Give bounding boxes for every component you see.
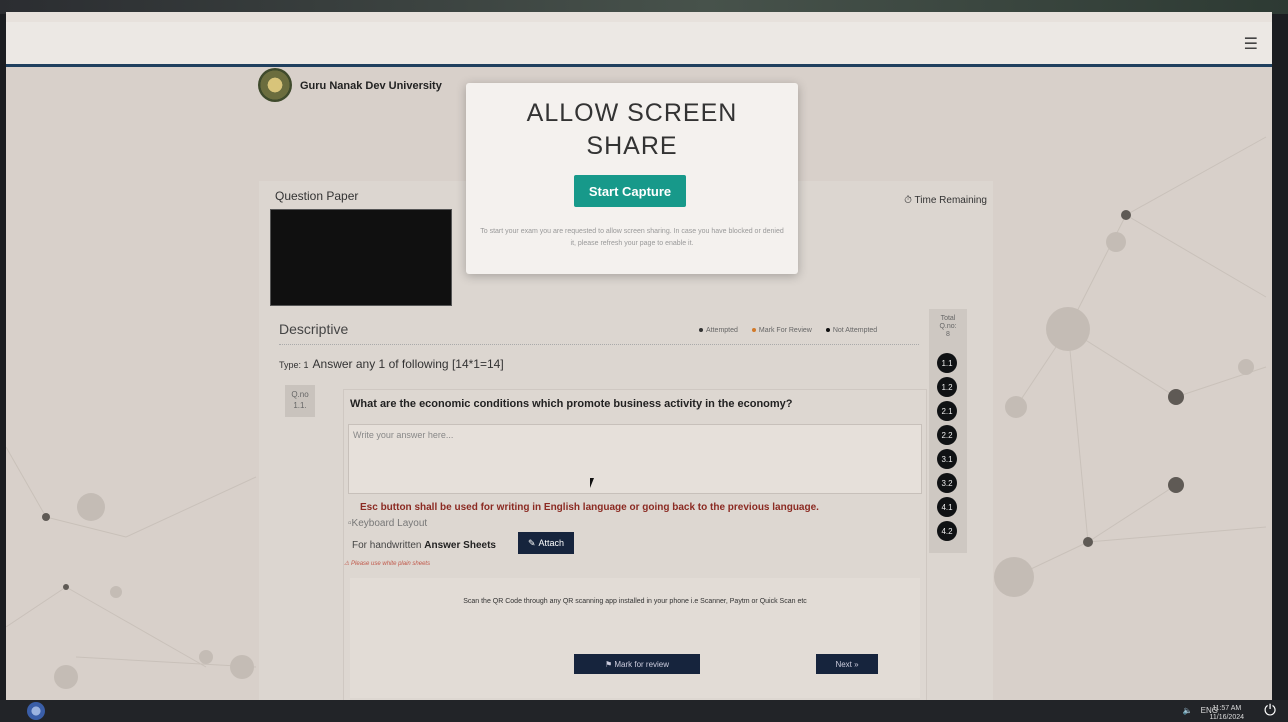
handwritten-label: For handwritten Answer Sheets bbox=[352, 540, 496, 551]
question-number-badge: Q.no 1.1. bbox=[285, 385, 315, 417]
legend-attempted: Attempted bbox=[699, 327, 738, 334]
qno-value: 1.1. bbox=[293, 401, 307, 410]
modal-message: To start your exam you are requested to … bbox=[480, 228, 784, 247]
paperclip-icon: ✎ bbox=[527, 537, 536, 548]
status-legend: Attempted Mark For Review Not Attempted bbox=[699, 327, 877, 334]
esc-notice: Esc button shall be used for writing in … bbox=[360, 502, 819, 513]
total-qno: Total Q.no: 8 bbox=[939, 315, 957, 338]
question-nav-4-2[interactable]: 4.2 bbox=[937, 521, 957, 541]
type-label: Type: 1 bbox=[279, 360, 309, 370]
qno-label: Q.no bbox=[291, 390, 309, 399]
legend-not-attempted: Not Attempted bbox=[825, 327, 877, 334]
university-logo bbox=[258, 68, 292, 102]
mark-for-review-button[interactable]: ⚑ Mark for review bbox=[574, 654, 700, 674]
question-nav-2-1[interactable]: 2.1 bbox=[937, 401, 957, 421]
power-icon[interactable]: ⏻ bbox=[1264, 702, 1276, 719]
type-line: Type: 1 Answer any 1 of following [14*1=1… bbox=[279, 357, 504, 371]
browser-bar: ☰ bbox=[6, 22, 1272, 67]
section-title: Descriptive bbox=[279, 321, 349, 337]
screen-share-modal: ALLOW SCREEN SHARE Start Capture To start… bbox=[466, 83, 798, 274]
start-capture-button[interactable]: Start Capture bbox=[574, 175, 686, 207]
university-name: Guru Nanak Dev University bbox=[300, 80, 442, 92]
attach-button[interactable]: ✎ Attach bbox=[518, 532, 574, 554]
mouse-cursor-icon bbox=[590, 478, 598, 488]
white-sheets-note: ⚠ Please use white plain sheets bbox=[344, 561, 431, 567]
qr-section: Scan the QR Code through any QR scanning… bbox=[350, 578, 920, 698]
taskbar: 🔈 ENG 11:57 AM 11/16/2024 ⏻ bbox=[0, 700, 1288, 722]
question-navigator: Total Q.no: 8 1.1 1.2 2.1 2.2 3.1 3.2 4.1 … bbox=[929, 309, 967, 553]
qr-instructions: Scan the QR Code through any QR scanning… bbox=[463, 598, 807, 605]
time-remaining: ⏱ Time Remaining bbox=[904, 195, 987, 206]
question-nav-1-1[interactable]: 1.1 bbox=[937, 353, 957, 373]
legend-mark-for-review: Mark For Review bbox=[751, 327, 812, 334]
answer-textarea[interactable]: Write your answer here... bbox=[348, 424, 922, 494]
clock[interactable]: 11:57 AM 11/16/2024 bbox=[1209, 704, 1244, 722]
hamburger-menu-icon[interactable]: ☰ bbox=[1244, 34, 1258, 53]
question-box: What are the economic conditions which p… bbox=[343, 389, 927, 700]
question-nav-3-1[interactable]: 3.1 bbox=[937, 449, 957, 469]
question-nav-1-2[interactable]: 1.2 bbox=[937, 377, 957, 397]
next-button[interactable]: Next » bbox=[816, 654, 878, 674]
question-nav-4-1[interactable]: 4.1 bbox=[937, 497, 957, 517]
question-nav-3-2[interactable]: 3.2 bbox=[937, 473, 957, 493]
question-nav-2-2[interactable]: 2.2 bbox=[937, 425, 957, 445]
question-text: What are the economic conditions which p… bbox=[350, 398, 793, 410]
keyboard-layout-image: ▫Keyboard Layout bbox=[348, 518, 428, 529]
volume-icon[interactable]: 🔈 bbox=[1183, 706, 1193, 715]
divider bbox=[279, 344, 919, 345]
type-text: Answer any 1 of following [14*1=14] bbox=[312, 357, 504, 371]
modal-title: ALLOW SCREEN SHARE bbox=[526, 99, 738, 160]
webcam-preview bbox=[270, 209, 452, 306]
start-button-icon[interactable] bbox=[27, 702, 45, 720]
panel-title: Question Paper bbox=[275, 189, 359, 203]
